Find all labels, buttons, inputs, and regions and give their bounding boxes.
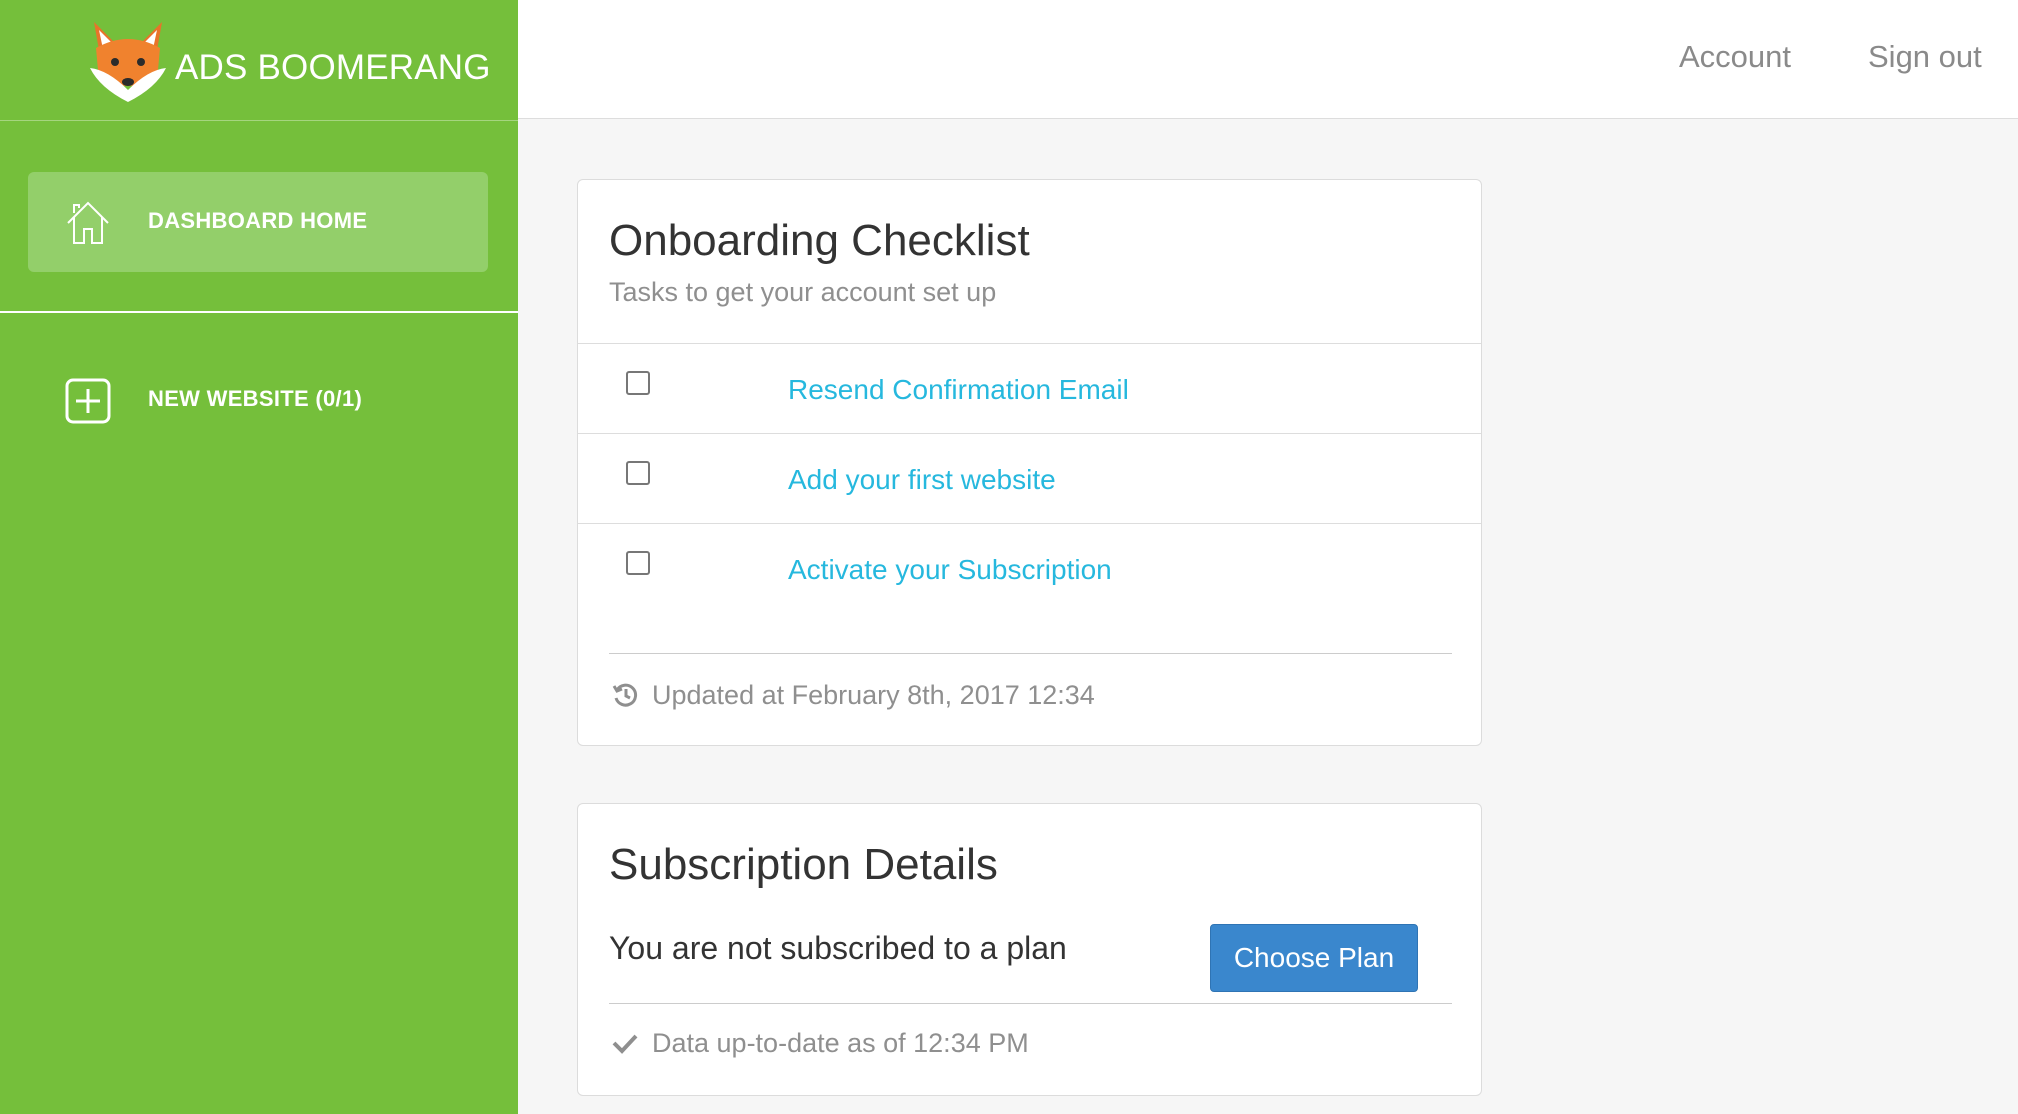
task-checkbox[interactable] [626,461,650,485]
subscription-details-card: Subscription Details You are not subscri… [577,803,1482,1096]
card-title: Subscription Details [609,840,998,889]
onboarding-checklist-card: Onboarding Checklist Tasks to get your a… [577,179,1482,746]
checkmark-icon [612,1034,638,1054]
sidebar-item-new-website[interactable]: NEW WEBSITE (0/1) [28,350,488,450]
choose-plan-button[interactable]: Choose Plan [1210,924,1418,992]
plus-square-icon [65,378,111,424]
add-first-website-link[interactable]: Add your first website [788,464,1056,496]
activate-subscription-link[interactable]: Activate your Subscription [788,554,1112,586]
history-icon [612,683,638,707]
footer-divider [609,653,1452,654]
card-subtitle: Tasks to get your account set up [609,277,997,307]
app-root: ADS BOOMERANG DASHBOARD HOME NEW WEBSITE… [0,0,2018,1114]
data-uptodate-text: Data up-to-date as of 12:34 PM [652,1028,1029,1058]
account-link[interactable]: Account [1679,39,1791,75]
sidebar-divider [0,311,518,313]
sign-out-link[interactable]: Sign out [1868,39,1982,75]
sidebar: ADS BOOMERANG DASHBOARD HOME NEW WEBSITE… [0,0,518,1114]
fox-icon [90,22,166,102]
sidebar-item-label: NEW WEBSITE (0/1) [148,386,363,411]
task-checkbox[interactable] [626,551,650,575]
card-title: Onboarding Checklist [609,216,1030,265]
checklist-row: Resend Confirmation Email [578,343,1481,433]
footer-divider [609,1003,1452,1004]
brand-name: ADS BOOMERANG [175,48,491,87]
resend-confirmation-email-link[interactable]: Resend Confirmation Email [788,374,1129,406]
checklist-row: Activate your Subscription [578,523,1481,613]
checklist-row: Add your first website [578,433,1481,523]
sidebar-item-label: DASHBOARD HOME [148,208,368,233]
sidebar-item-dashboard-home[interactable]: DASHBOARD HOME [28,172,488,272]
brand: ADS BOOMERANG [0,0,518,121]
home-icon [67,201,109,244]
task-checkbox[interactable] [626,371,650,395]
updated-timestamp: Updated at February 8th, 2017 12:34 [652,680,1095,710]
subscription-status: You are not subscribed to a plan [609,930,1067,966]
topbar: Account Sign out [518,0,2018,119]
